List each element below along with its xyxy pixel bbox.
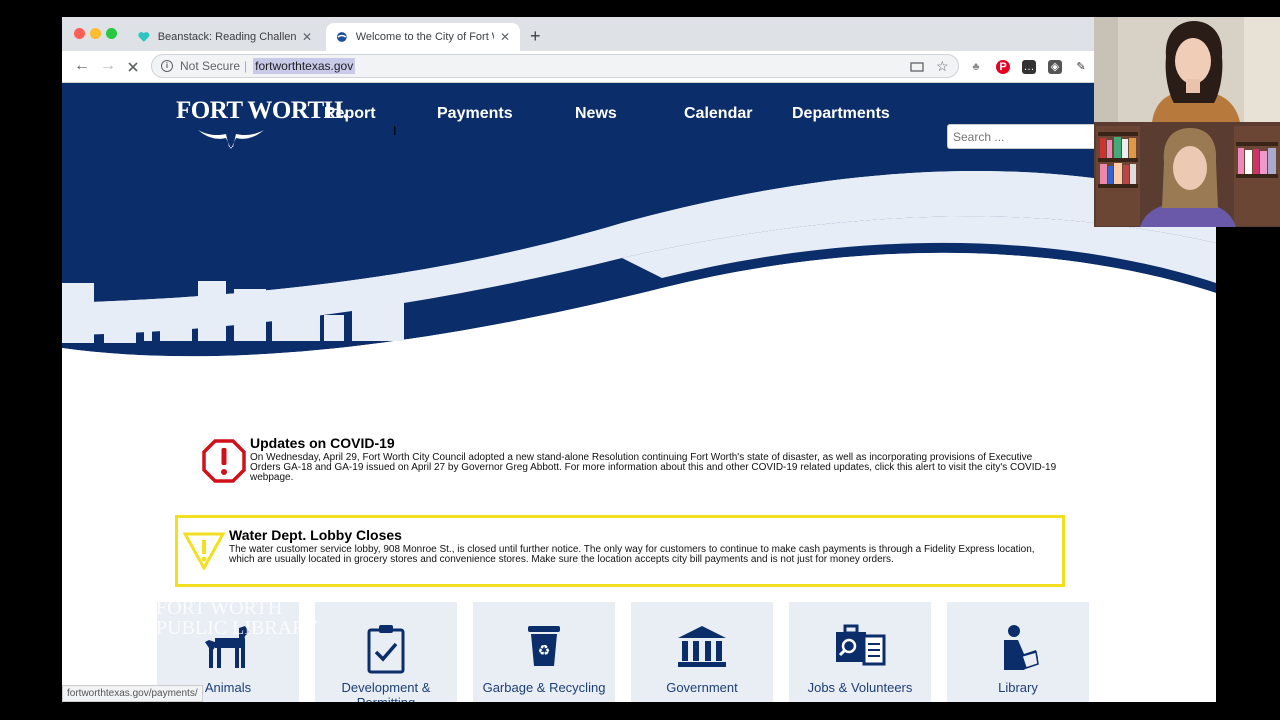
warning-triangle-icon [183, 532, 225, 570]
pinterest-icon[interactable]: P [996, 60, 1010, 74]
pen-icon[interactable]: ✎ [1074, 60, 1088, 74]
web-page: FORT WORTH. Report Payments News Calenda… [62, 83, 1216, 702]
nav-calendar[interactable]: Calendar [684, 105, 752, 123]
browser-toolbar: ← → i Not Secure | fortworthtexas.gov ☆ … [62, 51, 1216, 83]
library-watermark: FORT WORTH PUBLIC LIBRARY [156, 598, 386, 638]
tile-jobs-volunteers[interactable]: Jobs & Volunteers [789, 602, 931, 702]
stop-loading-icon[interactable] [126, 60, 140, 74]
extension-shield-icon[interactable]: ◈ [1048, 60, 1062, 74]
svg-text:♻: ♻ [538, 643, 551, 659]
fort-worth-icon [336, 32, 347, 42]
tab-beanstack[interactable]: Beanstack: Reading Challenge ✕ [128, 23, 322, 51]
reader-icon [1004, 625, 1039, 670]
nav-report[interactable]: Report [324, 105, 376, 123]
bookmark-star-icon[interactable]: ☆ [936, 58, 949, 75]
alert-body: Water Dept. Lobby Closes The water custo… [229, 527, 1049, 565]
tile-label: Government [666, 680, 738, 695]
info-icon[interactable]: i [161, 60, 173, 72]
browser-window: Beanstack: Reading Challenge ✕ Welcome t… [62, 17, 1216, 702]
tab-strip: Beanstack: Reading Challenge ✕ Welcome t… [62, 17, 1216, 51]
tile-label: Garbage & Recycling [482, 680, 606, 695]
video-feed-2 [1094, 122, 1280, 227]
alert-title: Updates on COVID-19 [250, 435, 395, 451]
status-bar: fortworthtexas.gov/payments/ [62, 685, 203, 702]
cast-icon[interactable] [910, 60, 924, 74]
alert-octagon-icon [202, 439, 246, 483]
longhorn-icon [198, 130, 264, 149]
tile-garbage-recycling[interactable]: ♻ Garbage & Recycling [473, 602, 615, 702]
tab-fort-worth[interactable]: Welcome to the City of Fort Worth ✕ [326, 23, 520, 51]
search-input[interactable] [947, 124, 1097, 149]
screen: Beanstack: Reading Challenge ✕ Welcome t… [0, 0, 1280, 720]
url-text[interactable]: fortworthtexas.gov [253, 58, 356, 74]
building-columns-icon [678, 626, 726, 667]
back-arrow-icon[interactable]: ← [74, 57, 90, 75]
close-window-button[interactable] [74, 28, 85, 39]
extension-dots-icon[interactable]: … [1022, 60, 1036, 74]
tile-label: Jobs & Volunteers [807, 680, 913, 695]
watermark-line: PUBLIC LIBRARY [156, 617, 319, 639]
tile-library[interactable]: Library [947, 602, 1089, 702]
separator: | [244, 59, 248, 73]
address-bar[interactable]: i Not Secure | fortworthtexas.gov [151, 54, 959, 78]
tab-title: Welcome to the City of Fort Worth [355, 31, 494, 43]
heart-icon [138, 32, 150, 42]
tab-close-icon[interactable]: ✕ [500, 30, 510, 44]
recycle-bin-icon: ♻ [528, 626, 560, 666]
watermark-line: FORT WORTH [156, 597, 283, 619]
minimize-window-button[interactable] [90, 28, 101, 39]
nav-departments[interactable]: Departments [792, 105, 890, 123]
tile-label: Development & Permitting [341, 680, 431, 702]
tab-close-icon[interactable]: ✕ [302, 30, 312, 44]
video-feed-1 [1094, 17, 1280, 122]
text-cursor-icon: I [393, 123, 397, 138]
alert-title: Water Dept. Lobby Closes [229, 527, 402, 543]
alert-text: The water customer service lobby, 908 Mo… [229, 544, 1035, 565]
covid-alert[interactable]: Updates on COVID-19 On Wednesday, April … [202, 435, 1062, 489]
tile-label: Library [998, 680, 1038, 695]
maximize-window-button[interactable] [106, 28, 117, 39]
alert-text: On Wednesday, April 29, Fort Worth City … [250, 452, 1057, 483]
job-search-icon [836, 624, 886, 666]
forward-arrow-icon[interactable]: → [100, 57, 116, 75]
fort-worth-logo[interactable]: FORT WORTH. [176, 97, 349, 125]
tile-government[interactable]: Government [631, 602, 773, 702]
new-tab-icon[interactable]: + [530, 26, 541, 47]
security-label: Not Secure [180, 59, 241, 73]
water-alert[interactable]: Water Dept. Lobby Closes The water custo… [175, 515, 1065, 587]
alert-body: Updates on COVID-19 On Wednesday, April … [250, 435, 1060, 483]
nav-news[interactable]: News [575, 105, 617, 123]
tab-title: Beanstack: Reading Challenge [157, 31, 296, 43]
extension-plant-icon[interactable]: ♣ [969, 60, 983, 74]
nav-payments[interactable]: Payments [437, 105, 513, 123]
